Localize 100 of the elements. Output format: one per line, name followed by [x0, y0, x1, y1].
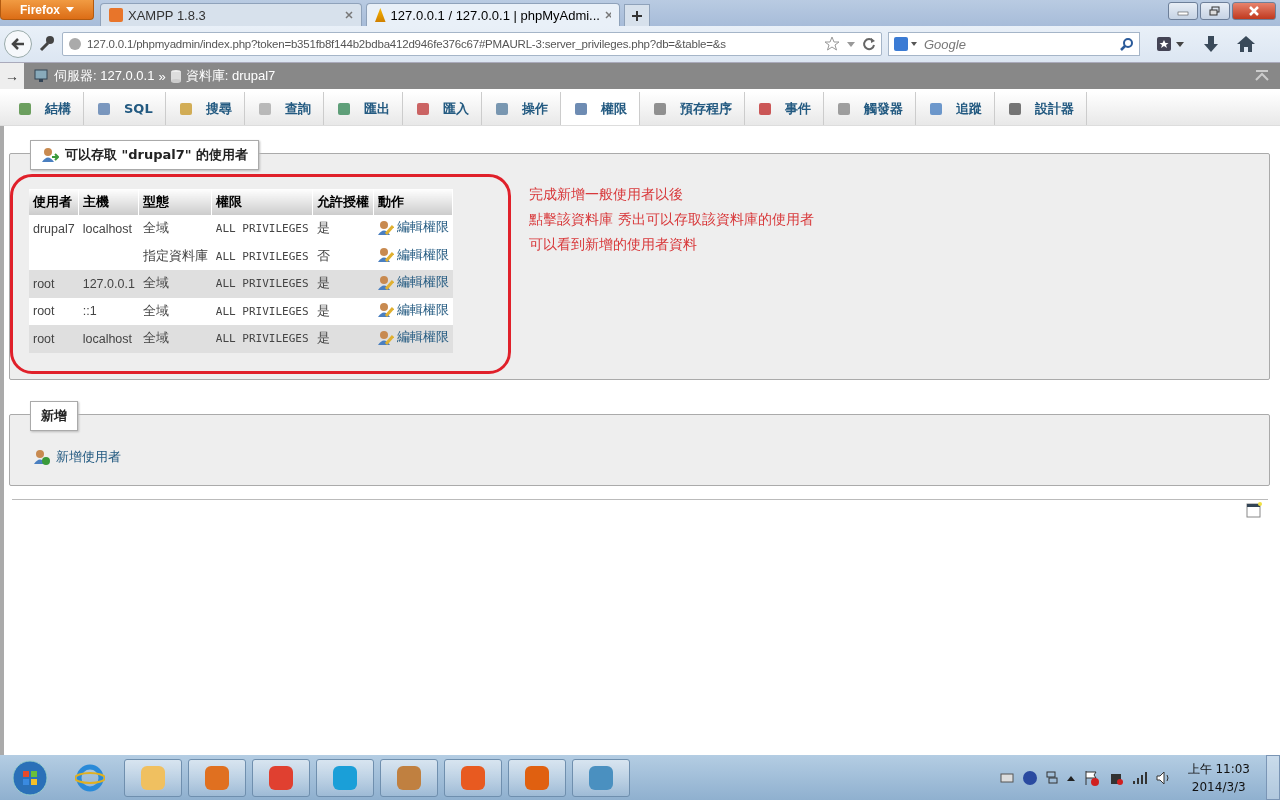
menu-tab[interactable]: 操作 — [481, 92, 561, 125]
legend-title: 新增 — [41, 406, 67, 425]
search-icon[interactable] — [1120, 37, 1134, 51]
breadcrumb-separator: » — [158, 68, 166, 84]
taskbar-app-icon[interactable] — [380, 758, 438, 797]
privileges-cell: ALL PRIVILEGES — [215, 277, 309, 291]
key-icon[interactable] — [38, 35, 56, 53]
menu-tab[interactable]: 設計器 — [994, 92, 1087, 125]
grant-cell: 是 — [316, 276, 330, 291]
annotation-note: 點擊該資料庫 秀出可以存取該資料庫的使用者 — [529, 211, 814, 229]
browser-tab[interactable]: XAMPP 1.8.3 — [100, 3, 362, 26]
close-tab-icon[interactable] — [604, 11, 611, 19]
type-cell: 全域 — [142, 276, 169, 291]
database-link[interactable]: 資料庫: drupal7 — [185, 67, 276, 85]
tab-icon — [572, 100, 589, 117]
menu-tab[interactable]: SQL — [84, 92, 166, 125]
tab-icon — [335, 100, 352, 117]
close-icon — [1248, 6, 1260, 16]
server-link[interactable]: 伺服器: 127.0.0.1 — [54, 67, 155, 85]
privileges-cell: ALL PRIVILEGES — [215, 249, 309, 263]
tab-icon — [256, 100, 273, 117]
host-cell: ::1 — [82, 304, 97, 319]
signal-icon[interactable] — [1131, 770, 1148, 785]
type-cell: 全域 — [142, 221, 169, 236]
database-icon — [169, 69, 182, 83]
add-user-icon — [34, 448, 50, 465]
column-header: 動作 — [373, 189, 453, 215]
menu-tab[interactable]: 匯出 — [323, 92, 403, 125]
column-header: 允許授權 — [312, 189, 374, 215]
edit-user-icon — [377, 302, 394, 318]
taskbar-app-icon[interactable] — [252, 758, 310, 797]
collapse-up-icon[interactable] — [1254, 70, 1270, 82]
edit-user-icon — [377, 329, 394, 346]
search-box[interactable]: Google — [888, 32, 1140, 56]
reload-icon[interactable] — [862, 37, 876, 51]
taskbar-app-icon[interactable] — [188, 758, 246, 797]
taskbar-app-icon[interactable] — [444, 758, 502, 797]
tab-icon — [651, 100, 668, 117]
menu-tab[interactable]: 事件 — [744, 92, 824, 125]
clock-time[interactable]: 上午 11:03 — [1187, 761, 1250, 778]
tab-icon — [1006, 100, 1023, 117]
collapse-toggle[interactable]: → — [0, 63, 24, 89]
privileges-cell: ALL PRIVILEGES — [215, 332, 309, 346]
grant-cell: 是 — [316, 221, 330, 236]
menu-tab[interactable]: 搜尋 — [165, 92, 245, 125]
show-desktop-button[interactable] — [1266, 755, 1280, 800]
edit-user-icon — [377, 247, 394, 263]
user-cell: root — [33, 331, 55, 346]
type-cell: 指定資料庫 — [142, 248, 208, 263]
menu-tab[interactable]: 觸發器 — [823, 92, 916, 125]
edit-user-icon — [377, 274, 394, 291]
address-bar[interactable]: 127.0.0.1/phpmyadmin/index.php?token=b351fb8f144b2bdba412d946fe376c67#PMAURL-3:server_privileges.php?db=&table=&s — [62, 32, 882, 56]
taskbar-app-icon[interactable] — [572, 758, 630, 797]
privileges-cell: ALL PRIVILEGES — [215, 222, 309, 236]
tab-icon — [493, 100, 510, 117]
tab-icon — [96, 100, 112, 117]
type-cell: 全域 — [142, 331, 169, 346]
bookmarks-icon[interactable] — [1156, 36, 1186, 52]
window-icon[interactable] — [1246, 501, 1262, 518]
column-header: 權限 — [211, 189, 313, 215]
menu-tab[interactable]: 匯入 — [402, 92, 482, 125]
add-user-link[interactable]: 新增使用者 — [34, 447, 121, 466]
grant-cell: 是 — [316, 303, 330, 318]
search-engine-icon[interactable] — [894, 37, 918, 51]
edit-user-icon — [377, 219, 394, 236]
close-button[interactable] — [1232, 2, 1276, 20]
keyboard-icon[interactable] — [999, 771, 1014, 784]
restore-icon — [1209, 6, 1221, 16]
taskbar-app-icon[interactable] — [124, 758, 182, 797]
caret-icon — [66, 6, 74, 13]
plus-icon — [632, 10, 642, 21]
annotation-note: 完成新增一般使用者以後 — [529, 186, 685, 204]
new-tab-button[interactable] — [624, 4, 650, 26]
download-icon[interactable] — [1202, 35, 1220, 53]
taskbar-app-icon[interactable] — [316, 758, 374, 797]
minimize-button[interactable] — [1168, 2, 1198, 20]
home-icon[interactable] — [1236, 35, 1256, 53]
clock-date[interactable]: 2014/3/3 — [1191, 780, 1246, 794]
close-tab-icon[interactable] — [345, 11, 353, 19]
taskbar-app-icon[interactable] — [508, 758, 566, 797]
tab-icon — [835, 100, 852, 117]
back-button[interactable] — [4, 30, 32, 58]
browser-tab[interactable]: 127.0.0.1 / 127.0.0.1 | phpMyAdmi... — [366, 3, 620, 26]
user-cell: drupal7 — [33, 221, 75, 236]
restore-button[interactable] — [1200, 2, 1230, 20]
grant-cell: 是 — [316, 331, 330, 346]
user-cell: root — [33, 276, 55, 291]
tab-icon — [756, 100, 773, 117]
tab-icon — [927, 100, 944, 117]
star-icon[interactable] — [824, 36, 840, 52]
column-header: 使用者 — [29, 189, 79, 215]
column-header: 型態 — [138, 189, 212, 215]
host-cell: 127.0.0.1 — [82, 276, 135, 291]
menu-tab[interactable]: 結構 — [5, 92, 84, 125]
menu-tab[interactable]: 預存程序 — [639, 92, 745, 125]
flag-icon[interactable] — [1083, 769, 1100, 786]
volume-icon[interactable] — [1155, 770, 1172, 785]
menu-tab[interactable]: 權限 — [560, 92, 640, 125]
menu-tab[interactable]: 追蹤 — [915, 92, 995, 125]
menu-tab[interactable]: 查詢 — [244, 92, 324, 125]
